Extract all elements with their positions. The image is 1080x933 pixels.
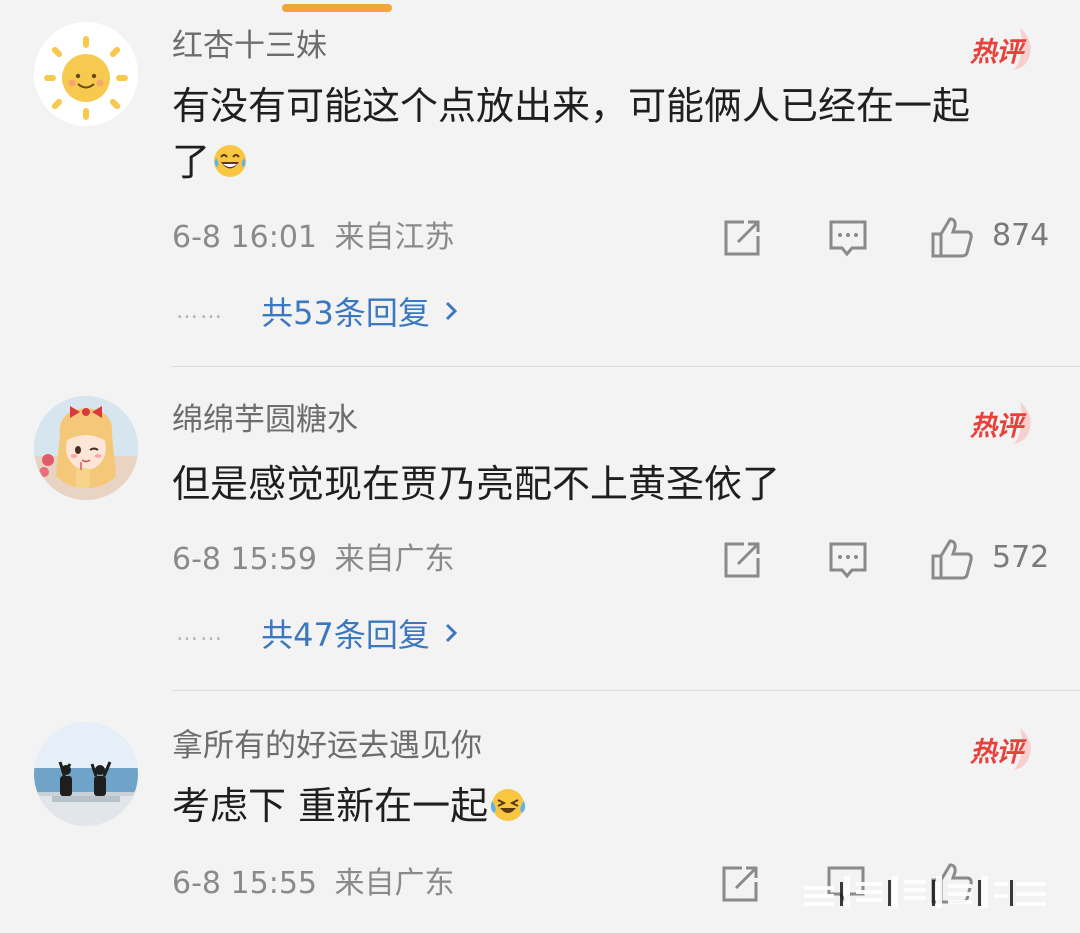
thumbs-up-icon: [931, 217, 973, 258]
comment-meta: 6-8 15:55 来自广东: [172, 864, 455, 904]
thumbs-up-icon: [931, 539, 973, 580]
hot-comment-badge: 热评: [964, 398, 1040, 446]
reply-dots: ……: [176, 620, 224, 646]
replies-row[interactable]: …… 共47条回复: [176, 610, 459, 654]
avatar[interactable]: [34, 396, 138, 500]
comment-location: 来自江苏: [334, 220, 455, 255]
crying-laughing-emoji-icon: [490, 789, 526, 821]
comment-text-line: 但是感觉现在贾乃亮配不上黄圣依了: [172, 462, 781, 506]
hot-comment-badge: 热评: [964, 724, 1040, 772]
scroll-indicator: [282, 4, 392, 12]
comment-text-line: 考虑下 重新在一起: [172, 778, 1032, 834]
comment-text: 但是感觉现在贾乃亮配不上黄圣依了: [172, 456, 1032, 512]
comment-icon: [829, 542, 867, 579]
comment-divider: [172, 690, 1080, 691]
like-button[interactable]: 572: [930, 538, 1050, 580]
view-replies-link[interactable]: 共53条回复: [261, 288, 430, 334]
hot-label: 热评: [970, 411, 1023, 442]
comment-date: 6-8 15:55: [172, 866, 317, 901]
like-button[interactable]: 874: [930, 216, 1050, 258]
comment-button[interactable]: [828, 218, 868, 258]
view-replies-link[interactable]: 共47条回复: [261, 610, 430, 656]
hot-label: 热评: [970, 37, 1023, 68]
like-count: 572: [992, 540, 1050, 575]
comment-text-line: 有没有可能这个点放出来，可能俩人已经在一起: [172, 84, 971, 128]
share-icon: [724, 542, 760, 578]
share-button[interactable]: [720, 864, 760, 904]
watermark-overlay: [804, 876, 1046, 908]
reply-dots: ……: [176, 298, 224, 324]
comment-text: 考虑下 重新在一起: [172, 778, 1032, 834]
share-button[interactable]: [722, 218, 762, 258]
chevron-right-icon: [445, 623, 458, 643]
replies-row[interactable]: …… 共53条回复: [176, 288, 459, 332]
comment-item: 绵绵芋圆糖水 热评 但是感觉现在贾乃亮配不上黄圣依了 6-8 15:59 来自广…: [0, 396, 1080, 686]
hot-comment-badge: 热评: [964, 24, 1040, 72]
comment-text: 有没有可能这个点放出来，可能俩人已经在一起 了: [172, 78, 1032, 190]
seaside-photo-avatar-icon: [34, 722, 138, 826]
comment-meta: 6-8 16:01 来自江苏: [172, 218, 455, 258]
avatar[interactable]: [34, 722, 138, 826]
username[interactable]: 红杏十三妹: [172, 26, 327, 66]
comment-location: 来自广东: [334, 542, 455, 577]
like-count: 874: [992, 218, 1050, 253]
username[interactable]: 拿所有的好运去遇见你: [172, 726, 482, 766]
comment-text-line-2: 了: [172, 134, 1032, 190]
anime-girl-avatar-icon: [34, 396, 138, 500]
comment-icon: [829, 220, 867, 257]
username[interactable]: 绵绵芋圆糖水: [172, 400, 358, 440]
share-icon: [724, 220, 760, 256]
hot-label: 热评: [970, 737, 1023, 768]
comment-location: 来自广东: [334, 866, 455, 901]
share-button[interactable]: [722, 540, 762, 580]
chevron-right-icon: [445, 301, 458, 321]
share-icon: [722, 866, 758, 902]
comment-meta: 6-8 15:59 来自广东: [172, 540, 455, 580]
comment-date: 6-8 16:01: [172, 220, 317, 255]
sun-avatar-icon: [34, 22, 138, 126]
comment-text-content: 考虑下 重新在一起: [172, 784, 489, 828]
avatar[interactable]: [34, 22, 138, 126]
comment-item: 红杏十三妹 热评 有没有可能这个点放出来，可能俩人已经在一起 了 6-8 16:…: [0, 22, 1080, 362]
comment-button[interactable]: [828, 540, 868, 580]
comment-text-tail: 了: [172, 140, 211, 184]
comment-date: 6-8 15:59: [172, 542, 317, 577]
comment-divider: [172, 366, 1080, 367]
laughing-tears-emoji-icon: [214, 145, 247, 177]
